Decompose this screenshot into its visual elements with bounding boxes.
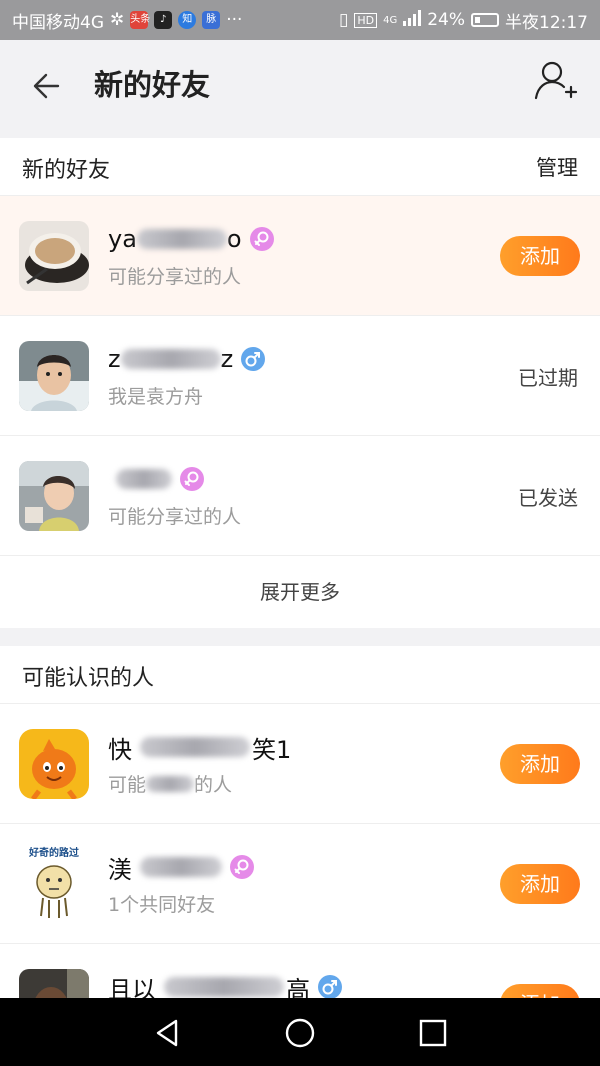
- kuaikan-app-avatar: [19, 729, 89, 799]
- nav-home-button[interactable]: [283, 1016, 317, 1050]
- subtitle-tail: 的人: [194, 774, 233, 796]
- more-notifications-icon: ···: [226, 10, 243, 30]
- avatar: [19, 221, 89, 291]
- carrier-label: 中国移动4G: [12, 12, 104, 33]
- signal-icon: [403, 9, 422, 31]
- suggested-friend-row[interactable]: 快 笑1 可能 的人 添加: [0, 704, 600, 824]
- square-recents-icon: [419, 1019, 447, 1047]
- friend-subtitle: 可能 的人: [108, 770, 232, 797]
- nav-back-button[interactable]: [150, 1016, 184, 1050]
- suggested-friend-row[interactable]: 好奇的路过 渼 1个共同好友 添加: [0, 824, 600, 944]
- status-bar-right: ▯ HD 4G 24% 半夜12:17: [339, 8, 588, 33]
- toutiao-app-icon: 头条: [130, 11, 150, 29]
- friend-request-row[interactable]: z z 我是袁方舟 已过期: [0, 316, 600, 436]
- sent-status: 已发送: [518, 486, 578, 510]
- friend-name: 快: [108, 735, 132, 764]
- expired-status: 已过期: [518, 366, 578, 390]
- blurred-name: [140, 857, 222, 877]
- settings-gear-icon: ✲: [110, 10, 125, 30]
- friend-subtitle: 可能分享过的人: [108, 266, 242, 288]
- add-user-icon: [534, 61, 578, 100]
- battery-icon: [471, 13, 499, 27]
- name-line: [108, 464, 204, 494]
- vibrate-icon: ▯: [338, 10, 349, 30]
- hd-icon: HD: [354, 12, 378, 28]
- avatar: [19, 461, 89, 531]
- name-line: ya o: [108, 224, 274, 254]
- maybe-known-header: 可能认识的人: [0, 646, 600, 704]
- friend-name: ya: [108, 225, 137, 253]
- friend-request-row[interactable]: 可能分享过的人 已发送: [0, 436, 600, 556]
- female-icon: [249, 227, 274, 251]
- new-friends-header: 新的好友 管理: [0, 138, 600, 196]
- page-title: 新的好友: [94, 68, 211, 102]
- back-button[interactable]: [28, 66, 68, 106]
- status-bar-left: 中国移动4G ✲ 头条 ♪ 知 脉 ···: [12, 8, 242, 33]
- zhihu-app-icon: 知: [178, 11, 197, 29]
- female-icon: [180, 467, 204, 491]
- blurred-name: [136, 229, 227, 249]
- male-icon: [241, 347, 266, 371]
- friend-name-tail: z: [220, 345, 234, 373]
- add-button[interactable]: 添加: [500, 864, 580, 904]
- blurred-name: [120, 349, 221, 369]
- avatar: 好奇的路过: [19, 846, 89, 922]
- nav-recents-button[interactable]: [416, 1016, 450, 1050]
- clock: 半夜12:17: [505, 12, 588, 33]
- friend-name-tail: o: [226, 225, 242, 253]
- avatar-caption: 好奇的路过: [29, 848, 79, 859]
- manage-button[interactable]: 管理: [536, 152, 578, 182]
- maimai-app-icon: 脉: [202, 11, 221, 29]
- name-line: 快 笑1: [108, 732, 292, 764]
- blurred-name: [116, 469, 172, 489]
- add-button[interactable]: 添加: [500, 744, 580, 784]
- title-bar: 新的好友: [0, 40, 600, 138]
- system-navigation-bar: [0, 998, 600, 1066]
- back-arrow-icon: [33, 73, 60, 99]
- friend-subtitle: 我是袁方舟: [108, 386, 204, 408]
- status-bar: 中国移动4G ✲ 头条 ♪ 知 脉 ··· ▯ HD 4G 24% 半夜12:1…: [0, 0, 600, 40]
- expand-more-button[interactable]: 展开更多: [0, 556, 600, 628]
- friend-name: z: [108, 345, 121, 373]
- male-icon: [318, 975, 342, 999]
- blurred-subtitle: [146, 775, 195, 792]
- section-divider: [0, 628, 600, 646]
- name-line: 渼: [108, 852, 254, 884]
- add-friend-button[interactable]: [532, 58, 578, 104]
- triangle-back-icon: [156, 1019, 178, 1047]
- friend-request-row[interactable]: ya o 可能分享过的人 添加: [0, 196, 600, 316]
- blurred-name: [140, 737, 250, 757]
- friend-name: 渼: [108, 855, 132, 884]
- new-friends-section-title: 新的好友: [22, 158, 111, 183]
- tiktok-app-icon: ♪: [154, 11, 173, 29]
- battery-percent: 24%: [427, 10, 465, 30]
- network-type-icon: 4G: [383, 14, 398, 26]
- blurred-name: [164, 977, 284, 997]
- friend-subtitle: 1个共同好友: [108, 894, 216, 916]
- friend-subtitle: 可能分享过的人: [108, 506, 242, 528]
- maybe-known-section-title: 可能认识的人: [22, 666, 155, 691]
- female-icon: [230, 855, 254, 879]
- add-button[interactable]: 添加: [500, 236, 580, 276]
- avatar: [19, 341, 89, 411]
- name-line: z z: [108, 344, 266, 374]
- friend-name-tail: 笑1: [252, 735, 292, 764]
- circle-home-icon: [285, 1018, 315, 1048]
- subtitle-head: 可能: [108, 774, 147, 796]
